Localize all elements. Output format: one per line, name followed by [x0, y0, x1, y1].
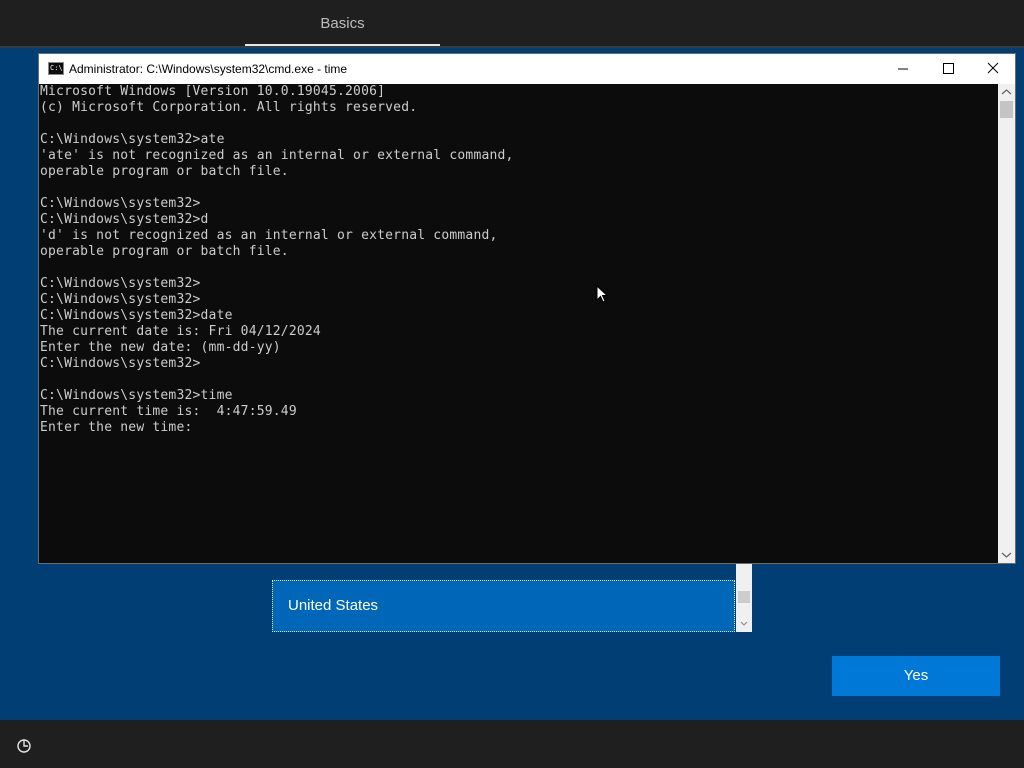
close-icon [987, 62, 999, 74]
cmd-titlebar[interactable]: C:\ Administrator: C:\Windows\system32\c… [39, 54, 1015, 84]
chevron-up-icon[interactable] [998, 84, 1015, 101]
cmd-window[interactable]: C:\ Administrator: C:\Windows\system32\c… [38, 53, 1016, 564]
yes-button[interactable]: Yes [832, 656, 1000, 696]
oobe-top-bar: Basics [0, 0, 1024, 48]
console-scrollbar[interactable] [998, 84, 1015, 563]
chevron-down-icon[interactable] [736, 618, 752, 630]
mouse-pointer-icon [596, 285, 608, 303]
minimize-icon [898, 68, 908, 70]
maximize-icon [943, 63, 954, 74]
tab-basics: Basics [245, 0, 440, 46]
console-output[interactable]: Microsoft Windows [Version 10.0.19045.20… [40, 84, 998, 563]
region-list-scroll-thumb[interactable] [738, 591, 750, 603]
window-title: Administrator: C:\Windows\system32\cmd.e… [69, 62, 348, 76]
maximize-button[interactable] [925, 54, 971, 84]
oobe-bottom-bar [0, 720, 1024, 768]
cmd-app-icon: C:\ [48, 62, 64, 75]
chevron-down-icon[interactable] [998, 546, 1015, 563]
console-scroll-thumb[interactable] [1000, 101, 1013, 118]
accessibility-icon[interactable] [14, 736, 34, 756]
region-list-scrollbar[interactable] [736, 563, 752, 632]
region-list[interactable]: United States [272, 563, 752, 632]
minimize-button[interactable] [880, 54, 926, 84]
close-button[interactable] [970, 54, 1016, 84]
region-item-selected[interactable]: United States [272, 580, 735, 632]
